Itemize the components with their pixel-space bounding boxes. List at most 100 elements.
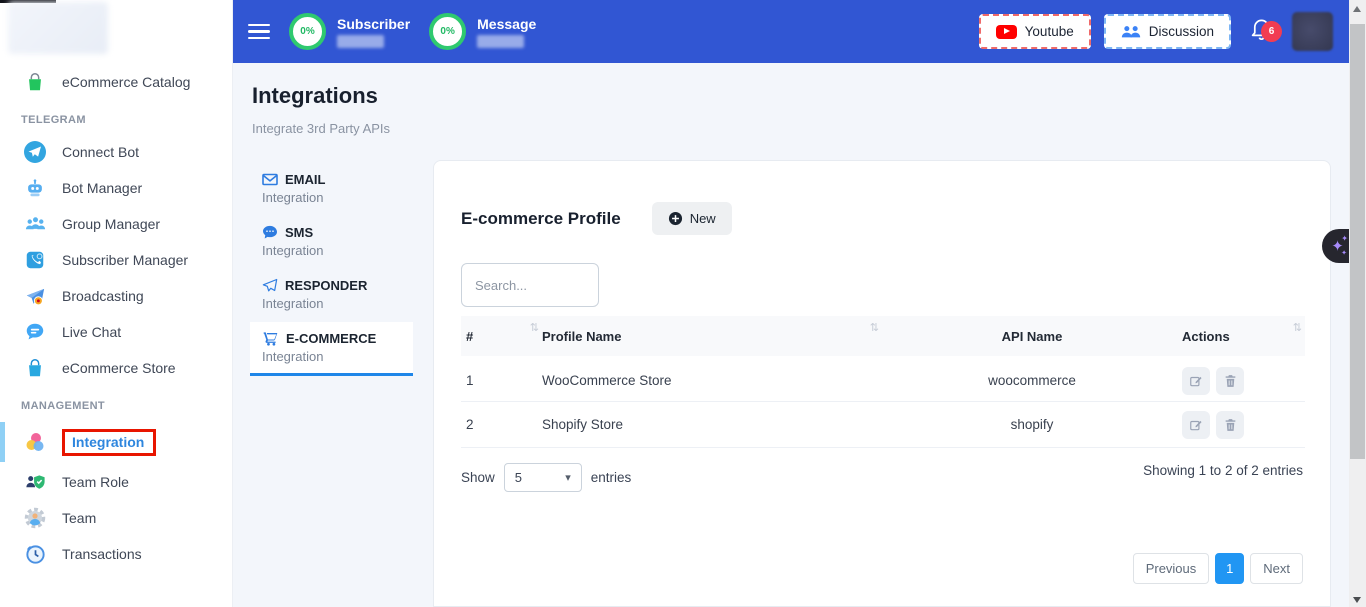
- table-header-row: #⇅ Profile Name⇅ API Name Actions⇅: [461, 316, 1305, 356]
- column-header-api-name[interactable]: API Name: [882, 316, 1182, 356]
- subnav-item-ecommerce[interactable]: E-COMMERCE Integration: [250, 322, 413, 376]
- sparkle-icon: ✦: [1341, 234, 1348, 243]
- table-row: 2 Shopify Store shopify: [461, 402, 1305, 448]
- sms-bubble-icon: [262, 225, 278, 240]
- delete-button[interactable]: [1216, 411, 1244, 439]
- current-page-button[interactable]: 1: [1215, 553, 1244, 584]
- edit-pencil-icon: [1189, 374, 1203, 388]
- users-group-icon: [23, 212, 47, 236]
- subscriber-stat: 0% Subscriber: [289, 13, 410, 50]
- discussion-button[interactable]: Discussion: [1104, 14, 1231, 49]
- active-item-indicator: [0, 422, 5, 462]
- shopping-bag-blue-icon: [23, 356, 47, 380]
- message-count-redacted: [477, 35, 524, 48]
- scrollbar-thumb[interactable]: [1350, 24, 1365, 459]
- vertical-scrollbar[interactable]: [1349, 0, 1366, 607]
- subnav-item-email[interactable]: EMAIL Integration: [250, 163, 413, 214]
- api-name-cell: shopify: [882, 402, 1182, 448]
- sidebar-item-integration[interactable]: Integration: [0, 420, 233, 464]
- sidebar-item-ecommerce-store[interactable]: eCommerce Store: [0, 350, 233, 386]
- topbar: 0% Subscriber 0% Message Youtube Dis: [233, 0, 1349, 63]
- edit-button[interactable]: [1182, 367, 1210, 395]
- sidebar-item-label: eCommerce Catalog: [62, 74, 190, 90]
- subnav-title: E-COMMERCE: [286, 331, 376, 346]
- scroll-down-arrow-icon[interactable]: [1353, 597, 1361, 603]
- row-number: 2: [461, 402, 542, 448]
- sidebar-item-bot-manager[interactable]: Bot Manager: [0, 170, 233, 206]
- gear-person-icon: [23, 506, 47, 530]
- sidebar-item-label: Broadcasting: [62, 288, 144, 304]
- sort-icon[interactable]: ⇅: [530, 321, 539, 334]
- column-header-number[interactable]: #⇅: [461, 316, 542, 356]
- main-content: Integrations Integrate 3rd Party APIs EM…: [233, 63, 1349, 607]
- sidebar-item-label: Group Manager: [62, 216, 160, 232]
- trash-icon: [1224, 418, 1237, 432]
- subnav-item-responder[interactable]: RESPONDER Integration: [250, 269, 413, 320]
- chevron-down-icon: ▾: [565, 471, 571, 484]
- sidebar-item-broadcasting[interactable]: Broadcasting: [0, 278, 233, 314]
- next-page-button[interactable]: Next: [1250, 553, 1303, 584]
- show-label: Show: [461, 470, 495, 485]
- sidebar-item-label: Live Chat: [62, 324, 121, 340]
- app-logo-blurred: [8, 2, 108, 54]
- sidebar-section-management: MANAGEMENT: [0, 386, 233, 420]
- subnav-item-sms[interactable]: SMS Integration: [250, 216, 413, 267]
- sort-icon[interactable]: ⇅: [870, 321, 879, 334]
- subnav-subtitle: Integration: [262, 349, 401, 364]
- message-progress-ring: 0%: [429, 13, 466, 50]
- subnav-subtitle: Integration: [262, 296, 401, 311]
- entries-select-value: 5: [515, 470, 522, 485]
- youtube-button[interactable]: Youtube: [979, 14, 1091, 49]
- previous-page-button[interactable]: Previous: [1133, 553, 1210, 584]
- sidebar-item-subscriber-manager[interactable]: Subscriber Manager: [0, 242, 233, 278]
- subnav-title: RESPONDER: [285, 278, 367, 293]
- edit-pencil-icon: [1189, 418, 1203, 432]
- shopping-cart-icon: [262, 331, 279, 346]
- sidebar-item-connect-bot[interactable]: Connect Bot: [0, 134, 233, 170]
- youtube-button-label: Youtube: [1025, 24, 1074, 39]
- sidebar-item-transactions[interactable]: Transactions: [0, 536, 233, 572]
- profiles-table: #⇅ Profile Name⇅ API Name Actions⇅ 1 Woo…: [461, 316, 1305, 448]
- actions-cell: [1182, 402, 1305, 448]
- ecommerce-profile-card: E-commerce Profile New #⇅ Profile Name⇅ …: [433, 160, 1331, 607]
- sidebar-item-label: Bot Manager: [62, 180, 142, 196]
- notifications-button[interactable]: 6: [1250, 16, 1273, 47]
- color-circles-icon: [23, 430, 47, 454]
- sidebar-item-team-role[interactable]: Team Role: [0, 464, 233, 500]
- sidebar-item-label: Integration: [72, 434, 144, 450]
- profile-name-cell: WooCommerce Store: [542, 356, 882, 402]
- row-number: 1: [461, 356, 542, 402]
- edit-button[interactable]: [1182, 411, 1210, 439]
- subnav-subtitle: Integration: [262, 243, 401, 258]
- sidebar-section-telegram: TELEGRAM: [0, 100, 233, 134]
- hamburger-menu-icon[interactable]: [248, 20, 270, 44]
- sidebar-item-label: Transactions: [62, 546, 142, 562]
- trash-icon: [1224, 374, 1237, 388]
- delete-button[interactable]: [1216, 367, 1244, 395]
- new-profile-button[interactable]: New: [652, 202, 732, 235]
- notification-count-badge: 6: [1261, 21, 1282, 42]
- shopping-bag-green-icon: [23, 70, 47, 94]
- sidebar-item-live-chat[interactable]: Live Chat: [0, 314, 233, 350]
- plus-circle-icon: [668, 211, 683, 226]
- telegram-plane-icon: [23, 140, 47, 164]
- sidebar-item-group-manager[interactable]: Group Manager: [0, 206, 233, 242]
- sidebar-item-label: Team: [62, 510, 96, 526]
- showing-entries-text: Showing 1 to 2 of 2 entries: [1143, 463, 1303, 478]
- message-stat-label: Message: [477, 16, 536, 32]
- envelope-icon: [262, 173, 278, 186]
- sidebar-item-label: eCommerce Store: [62, 360, 176, 376]
- sidebar: eCommerce Catalog TELEGRAM Connect Bot B…: [0, 0, 233, 607]
- chat-bubble-icon: [23, 320, 47, 344]
- subnav-title: EMAIL: [285, 172, 325, 187]
- panel-title: E-commerce Profile: [461, 209, 621, 229]
- sort-icon[interactable]: ⇅: [1293, 321, 1302, 334]
- scroll-up-arrow-icon[interactable]: [1353, 6, 1361, 12]
- sidebar-item-team[interactable]: Team: [0, 500, 233, 536]
- column-header-profile-name[interactable]: Profile Name⇅: [542, 316, 882, 356]
- sidebar-item-ecommerce-catalog[interactable]: eCommerce Catalog: [0, 64, 233, 100]
- avatar[interactable]: [1292, 12, 1333, 51]
- search-input[interactable]: [461, 263, 599, 307]
- history-clock-icon: [23, 542, 47, 566]
- entries-select[interactable]: 5 ▾: [504, 463, 582, 492]
